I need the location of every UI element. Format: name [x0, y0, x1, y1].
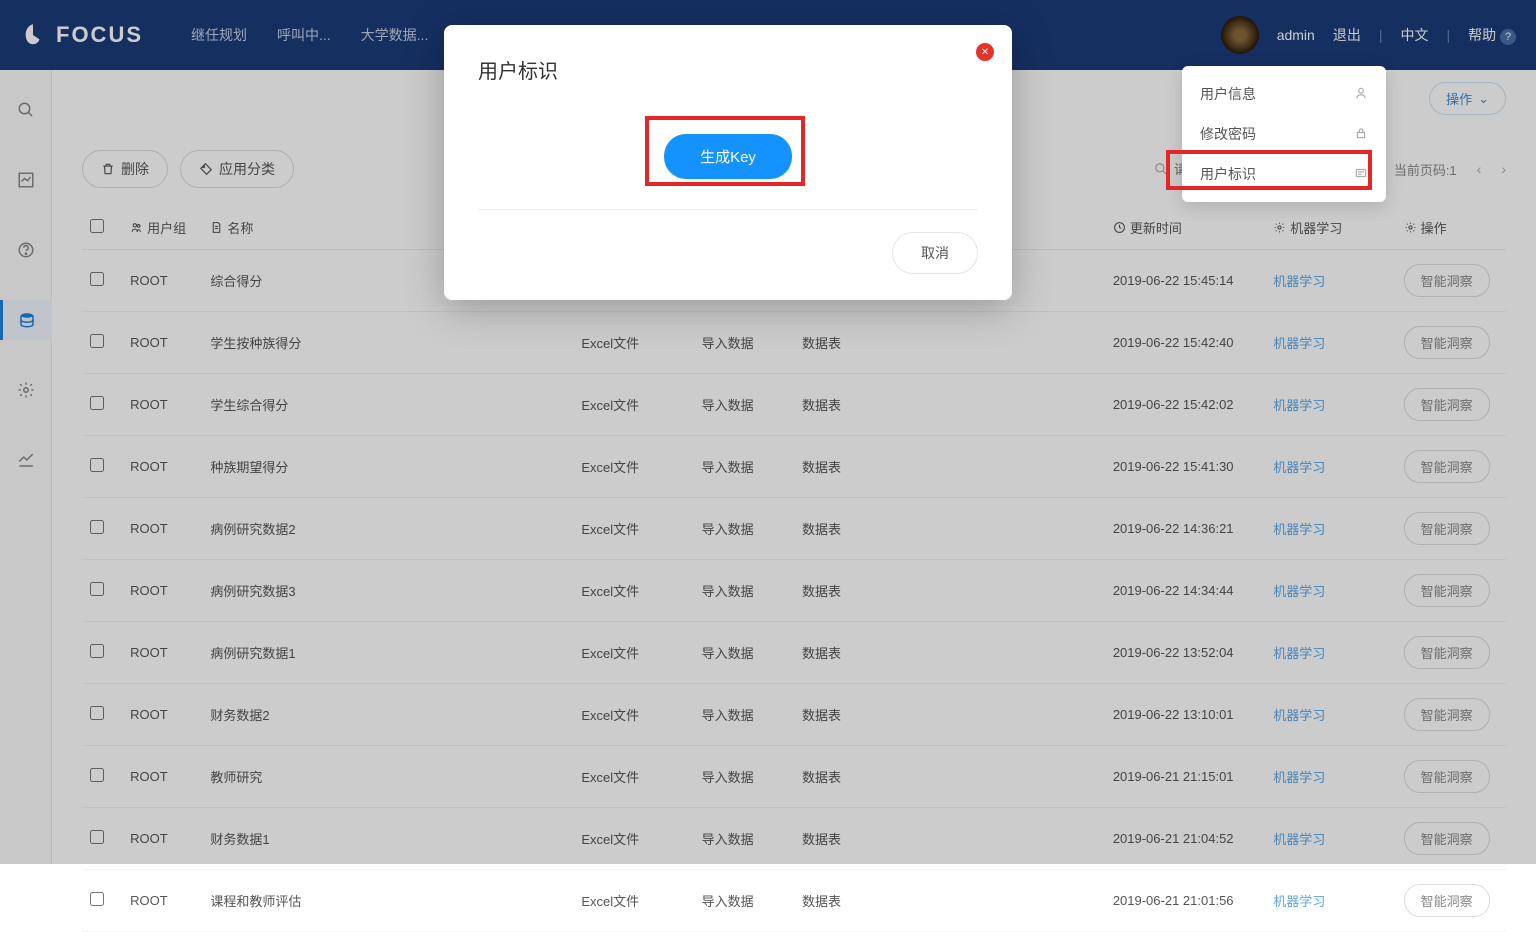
insight-button[interactable]: 智能洞察 — [1404, 884, 1490, 917]
table-row: ROOT 课程和教师评估 Excel文件 导入数据 数据表 2019-06-21… — [82, 870, 1506, 932]
cancel-button[interactable]: 取消 — [892, 232, 978, 274]
user-menu-info[interactable]: 用户信息 — [1182, 74, 1386, 114]
generate-key-button[interactable]: 生成Key — [664, 134, 792, 179]
modal-title: 用户标识 — [478, 55, 978, 84]
user-identity-modal: ✕ 用户标识 生成Key 取消 — [444, 25, 1012, 300]
row-checkbox[interactable] — [90, 892, 104, 906]
modal-close-button[interactable]: ✕ — [976, 43, 994, 61]
user-menu: 用户信息 修改密码 用户标识 — [1182, 66, 1386, 202]
cell-group: ROOT — [122, 870, 202, 932]
cell-time: 2019-06-21 21:01:56 — [1105, 870, 1265, 932]
person-icon — [1354, 86, 1368, 103]
cell-method: 导入数据 — [694, 870, 794, 932]
lock-icon — [1354, 126, 1368, 143]
cell-src: Excel文件 — [573, 870, 693, 932]
cell-desc — [463, 870, 573, 932]
user-menu-password[interactable]: 修改密码 — [1182, 114, 1386, 154]
ml-link[interactable]: 机器学习 — [1273, 894, 1325, 909]
cell-name: 课程和教师评估 — [202, 870, 463, 932]
badge-icon — [1354, 166, 1368, 183]
cell-type: 数据表 — [794, 870, 1105, 932]
user-menu-identity[interactable]: 用户标识 — [1182, 154, 1386, 194]
